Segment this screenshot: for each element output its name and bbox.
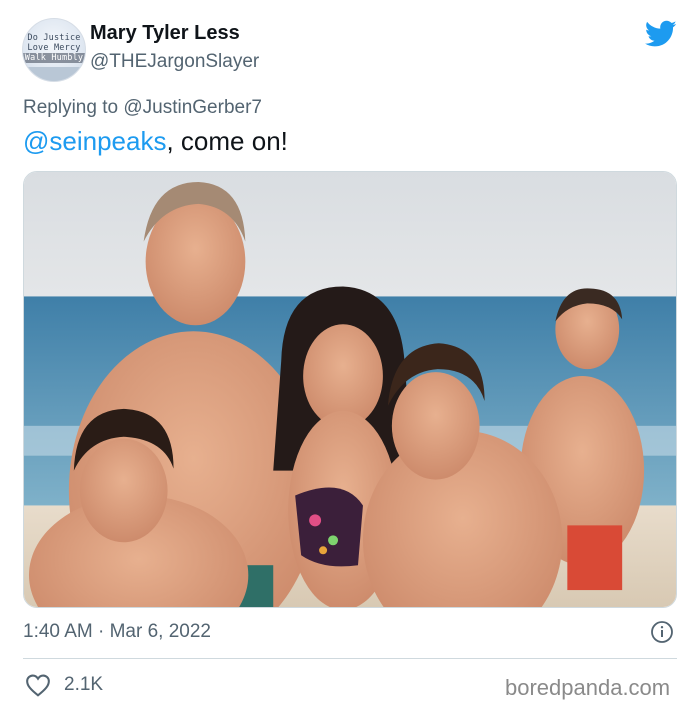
tweet-photo[interactable]	[23, 171, 677, 608]
info-icon[interactable]	[650, 620, 674, 644]
tweet-timestamp[interactable]: 1:40 AM · Mar 6, 2022	[23, 621, 211, 643]
avatar-sea	[23, 67, 85, 81]
reply-context: Replying to @JustinGerber7	[23, 97, 262, 119]
tweet-text: @seinpeaks, come on!	[23, 126, 288, 157]
author-name[interactable]: Mary Tyler Less	[90, 22, 240, 45]
beach-family-photo	[24, 172, 676, 607]
avatar[interactable]: Do Justice Love Mercy Walk Humbly	[22, 18, 86, 82]
reply-to-link[interactable]: @JustinGerber7	[123, 97, 262, 118]
avatar-text-line: Do Justice	[27, 33, 81, 43]
avatar-text-line: Walk Humbly	[23, 53, 85, 63]
mention-link[interactable]: @seinpeaks	[23, 126, 166, 156]
twitter-bird-icon[interactable]	[645, 20, 677, 48]
tweet-body: , come on!	[166, 126, 288, 156]
watermark: boredpanda.com	[505, 675, 671, 700]
tweet-card: Do Justice Love Mercy Walk Humbly Mary T…	[0, 0, 700, 711]
heart-icon[interactable]	[25, 673, 51, 697]
reply-prefix: Replying to	[23, 97, 124, 118]
like-count[interactable]: 2.1K	[64, 674, 103, 696]
avatar-text-line: Love Mercy	[27, 43, 81, 53]
divider	[23, 658, 677, 659]
author-handle[interactable]: @THEJargonSlayer	[90, 51, 259, 73]
